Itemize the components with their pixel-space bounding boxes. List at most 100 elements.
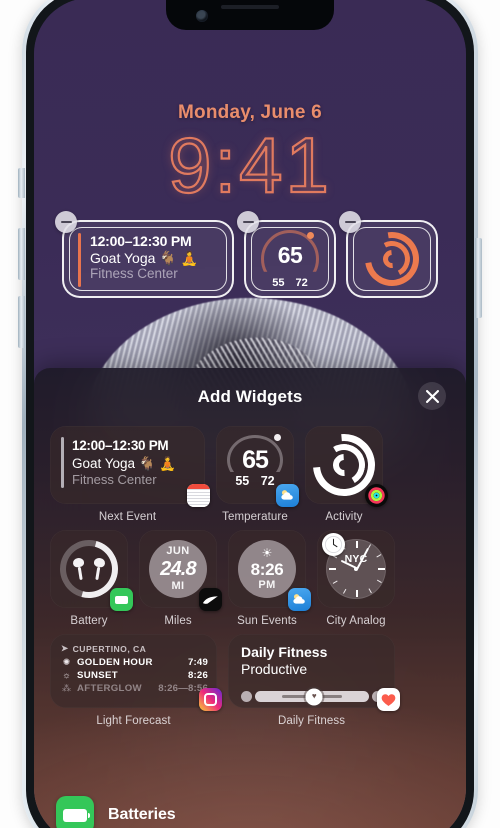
widget-row-3: ➤ CUPERTINO, CA ✺ GOLDEN HOUR 7:49 ☼ SUN… [50,634,450,727]
temperature-gauge-icon: 65 55 72 [261,230,319,289]
health-icon [377,688,400,711]
volume-up-button[interactable] [18,228,25,280]
event-time: 12:00–12:30 PM [90,233,192,249]
clock-icon [322,533,345,556]
temperature-high: 72 [295,277,308,289]
power-button[interactable] [475,238,482,318]
widget-row-2: Battery JUN 24.8 MI Miles ☀ 8:26 PM Sun … [49,529,450,627]
screenshot-root: Monday, June 6 9:41 12:00–12:30 PM Goat … [0,0,500,828]
widget-caption: Daily Fitness [277,715,346,727]
activity-rings-icon [300,421,388,509]
lock-widget-activity[interactable] [339,211,438,298]
lock-widget-temperature[interactable]: 65 55 72 [237,211,336,298]
widget-grid: 12:00–12:30 PM Goat Yoga 🐐 🧘 Fitness Cen… [34,421,466,727]
widget-cell-activity[interactable]: Activity [300,421,388,523]
front-camera-icon [196,10,208,22]
forecast-label: AFTERGLOW [77,683,142,694]
add-widgets-sheet: Add Widgets 12:00–12:30 PM Goat Yoga 🐐 🧘… [34,368,466,828]
clock-center-pin [354,567,358,571]
forecast-value: 7:49 [187,657,208,668]
phone-screen: Monday, June 6 9:41 12:00–12:30 PM Goat … [34,0,466,828]
widget-cell-daily-fitness[interactable]: Daily Fitness Productive ♥ Daily Fitness [228,634,400,727]
widget-tile-battery[interactable] [49,529,133,611]
temperature-value: 65 [242,446,269,474]
event-title: Goat Yoga 🐐 🧘 [90,249,199,266]
widget-caption: City Analog [326,615,386,627]
battery-icon [56,796,94,828]
fitness-icon [365,484,388,507]
event-location: Fitness Center [72,471,157,487]
calendar-icon [187,484,210,507]
remove-widget-button-next-event[interactable] [55,211,77,233]
widget-cell-battery[interactable]: Battery [49,529,133,627]
widget-caption: Miles [164,615,192,627]
slider-knob[interactable]: ♥ [305,688,323,706]
widget-cell-sun-events[interactable]: ☀ 8:26 PM Sun Events [228,530,311,627]
temperature-low: 55 [235,474,250,488]
widget-tile-miles[interactable]: JUN 24.8 MI [139,530,222,611]
widget-caption: Battery [70,615,108,627]
forecast-value: 8:26 [187,670,208,681]
forecast-label: SUNSET [77,670,119,681]
widget-cell-city-analog[interactable]: NYC City Analog [317,530,395,627]
widget-tile-temperature[interactable]: 65 55 72 [216,426,299,507]
widget-row-1: 12:00–12:30 PM Goat Yoga 🐐 🧘 Fitness Cen… [50,421,450,523]
heart-icon: ♥ [311,691,317,701]
sun-events-dial: ☀ 8:26 PM [238,540,296,598]
event-accent-bar [78,233,81,287]
lock-widget-row: 12:00–12:30 PM Goat Yoga 🐐 🧘 Fitness Cen… [55,211,438,298]
miles-month: JUN [166,544,190,557]
event-location: Fitness Center [90,266,178,282]
airpods-icon [72,557,106,581]
widget-tile-activity[interactable] [300,421,388,509]
slider-start-cap [241,691,252,703]
forecast-row-afterglow: ⁂ AFTERGLOW 8:26—8:56 [61,683,208,694]
event-time: 12:00–12:30 PM [72,438,169,453]
sun-time: 8:26 [250,559,284,579]
lock-clock: 9:41 [167,121,332,209]
widget-caption: Sun Events [237,615,297,627]
list-item-batteries[interactable]: Batteries [34,786,466,828]
temperature-high: 72 [260,474,275,488]
widget-cell-light-forecast[interactable]: ➤ CUPERTINO, CA ✺ GOLDEN HOUR 7:49 ☼ SUN… [50,634,222,727]
battery-icon [110,588,133,611]
daily-fitness-title: Daily Fitness [241,644,328,660]
volume-down-button[interactable] [18,296,25,348]
silent-switch[interactable] [18,168,25,198]
activity-rings-icon [354,221,430,297]
sheet-title: Add Widgets [197,387,303,406]
widget-cell-temperature[interactable]: 65 55 72 Temperature [216,426,299,523]
sunset-icon: ☼ [62,670,71,680]
widget-cell-miles[interactable]: JUN 24.8 MI Miles [139,530,222,627]
widget-tile-next-event[interactable]: 12:00–12:30 PM Goat Yoga 🐐 🧘 Fitness Cen… [50,426,210,507]
close-button[interactable] [418,382,446,410]
widget-tile-light-forecast[interactable]: ➤ CUPERTINO, CA ✺ GOLDEN HOUR 7:49 ☼ SUN… [50,634,222,711]
lock-widget-next-event[interactable]: 12:00–12:30 PM Goat Yoga 🐐 🧘 Fitness Cen… [55,211,234,298]
forecast-row-golden-hour: ✺ GOLDEN HOUR 7:49 [61,657,208,668]
widget-caption: Activity [325,511,363,523]
widget-cell-next-event[interactable]: 12:00–12:30 PM Goat Yoga 🐐 🧘 Fitness Cen… [50,426,210,523]
list-item-label: Batteries [108,806,176,823]
earpiece-speaker [221,5,279,9]
widget-app-list: Batteries [34,786,466,828]
widget-tile-daily-fitness[interactable]: Daily Fitness Productive ♥ [228,634,400,711]
remove-widget-button-activity[interactable] [339,211,361,233]
temperature-low: 55 [272,277,285,289]
miles-dial: JUN 24.8 MI [149,540,207,598]
widget-caption: Next Event [98,511,157,523]
temperature-range: 55 72 [261,277,319,289]
daily-fitness-slider[interactable]: ♥ [241,688,383,706]
event-accent-bar [61,437,64,489]
forecast-location: CUPERTINO, CA [72,643,147,654]
instagram-icon [199,688,222,711]
location-arrow-icon: ➤ [61,643,69,653]
lock-screen: Monday, June 6 9:41 12:00–12:30 PM Goat … [34,0,466,298]
forecast-row-sunset: ☼ SUNSET 8:26 [61,670,208,681]
afterglow-icon: ⁂ [62,683,71,693]
remove-widget-button-temperature[interactable] [237,211,259,233]
widget-tile-sun-events[interactable]: ☀ 8:26 PM [228,530,311,611]
miles-value: 24.8 [160,557,197,580]
slider-bar: ♥ [255,688,369,706]
golden-hour-icon: ✺ [62,657,71,667]
widget-tile-city-analog[interactable]: NYC [317,530,395,608]
